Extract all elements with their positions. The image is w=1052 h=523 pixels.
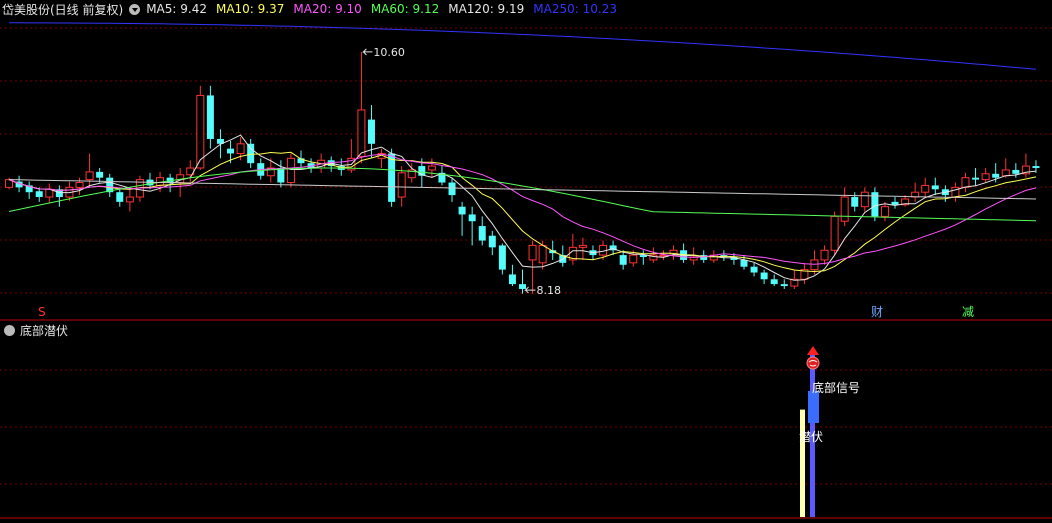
candle-body (96, 171, 104, 178)
candle-body (750, 266, 758, 273)
candle-body (277, 168, 285, 183)
candle-body (891, 201, 899, 205)
candle-body (508, 274, 516, 285)
candle-body (851, 197, 859, 207)
candle-body (1032, 166, 1040, 168)
candle-body (35, 191, 43, 198)
candle-body (770, 279, 778, 285)
candle-body (75, 182, 84, 188)
candle-body (578, 244, 587, 248)
high-arrow (362, 48, 373, 56)
candle-body (619, 255, 627, 265)
candle-body (196, 94, 205, 169)
candle-body (931, 185, 939, 190)
candle-body (820, 249, 829, 261)
candle-body (1012, 169, 1020, 174)
high-price-label: 10.60 (373, 46, 405, 59)
candle-body (357, 109, 366, 157)
candle-body (810, 259, 819, 271)
signal-up-arrow (807, 346, 819, 355)
kline-chart[interactable]: 10.60 8.18 S 财 减底部信号潜伏 (0, 0, 1052, 523)
candle-body (972, 177, 980, 180)
candle-body (478, 226, 486, 241)
candle-body (236, 143, 245, 154)
candle-body (629, 254, 638, 264)
candle-body (247, 143, 255, 164)
indicator-title[interactable]: 底部潜伏 (20, 322, 68, 339)
low-arrow (524, 286, 536, 294)
low-price-label: 8.18 (537, 284, 562, 297)
candle-body (830, 215, 839, 251)
indicator-dropdown-icon[interactable] (4, 324, 15, 336)
indicator-header: 底部潜伏 (2, 322, 68, 338)
candle-body (1001, 169, 1010, 177)
candle-body (921, 184, 930, 193)
latent-label: 潜伏 (799, 430, 823, 444)
candle-body (981, 173, 990, 181)
candle-body (498, 245, 506, 270)
candle-body (840, 196, 849, 222)
candle-body (468, 214, 476, 222)
candle-body (125, 196, 134, 203)
candle-body (488, 235, 496, 248)
candle-body (992, 173, 1000, 178)
candle-body (538, 244, 547, 264)
s-marker: S (38, 305, 46, 319)
candle-body (760, 272, 768, 280)
candle-body (427, 165, 436, 171)
candle-body (880, 206, 889, 217)
bottom-signal-label: 底部信号 (812, 380, 860, 395)
candle-body (961, 177, 970, 188)
candle-body (860, 191, 869, 208)
cai-marker: 财 (871, 305, 883, 319)
candle-body (458, 206, 466, 215)
jian-marker: 减 (962, 305, 974, 319)
candle-body (206, 95, 214, 139)
candle-body (388, 153, 396, 202)
latent-bar (800, 409, 805, 517)
candle-body (85, 171, 94, 181)
candle-body (286, 157, 295, 184)
candle-body (227, 148, 235, 154)
candle-body (367, 119, 375, 144)
candle-body (116, 192, 124, 202)
signal-ball-icon (806, 356, 820, 370)
candle-body (528, 244, 537, 261)
ma250-line (9, 22, 1037, 70)
signal-block (808, 391, 819, 423)
candle-body (448, 182, 456, 196)
candle-body (397, 172, 406, 198)
candle-body (740, 259, 748, 267)
candle-body (519, 284, 526, 289)
candle-body (780, 284, 788, 287)
